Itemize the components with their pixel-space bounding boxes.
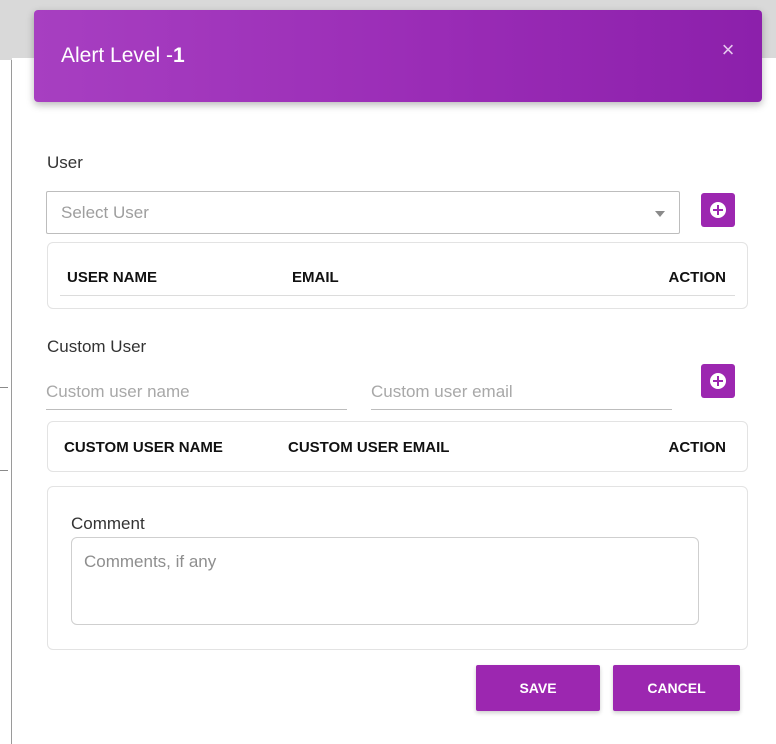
user-table: USER NAME EMAIL ACTION <box>47 242 748 309</box>
custom-user-email-input[interactable]: Custom user email <box>371 374 672 410</box>
save-button[interactable]: SAVE <box>476 665 600 711</box>
close-icon[interactable]: × <box>718 39 738 61</box>
backdrop-divider <box>0 470 8 471</box>
custom-user-table-header-email: CUSTOM USER EMAIL <box>288 439 450 456</box>
modal-header: Alert Level - 1 × <box>34 10 762 102</box>
user-table-header-action: ACTION <box>668 269 727 286</box>
table-divider <box>60 295 735 296</box>
custom-user-label: Custom User <box>47 337 147 356</box>
comment-label: Comment <box>71 514 145 533</box>
plus-circle-icon <box>710 202 726 218</box>
chevron-down-icon <box>655 211 665 217</box>
select-user-placeholder: Select User <box>61 203 149 222</box>
add-user-button[interactable] <box>701 193 735 227</box>
custom-user-name-input[interactable]: Custom user name <box>46 374 347 410</box>
page-left-shade <box>0 0 12 60</box>
custom-user-table: CUSTOM USER NAME CUSTOM USER EMAIL ACTIO… <box>47 421 748 472</box>
comment-placeholder: Comments, if any <box>84 552 217 571</box>
select-user-dropdown[interactable]: Select User <box>46 191 680 234</box>
custom-user-table-header-action: ACTION <box>668 439 727 456</box>
modal-title-level: 1 <box>173 44 185 67</box>
plus-circle-icon <box>710 373 726 389</box>
backdrop-divider <box>0 387 8 388</box>
cancel-button[interactable]: CANCEL <box>613 665 740 711</box>
custom-user-table-header-name: CUSTOM USER NAME <box>64 439 223 456</box>
custom-user-name-placeholder: Custom user name <box>46 382 190 401</box>
add-custom-user-button[interactable] <box>701 364 735 398</box>
modal-title: Alert Level - <box>61 44 174 67</box>
user-table-header-email: EMAIL <box>292 269 339 286</box>
user-table-header-name: USER NAME <box>67 269 158 286</box>
comment-textarea[interactable]: Comments, if any <box>71 537 699 625</box>
page-left-edge <box>0 0 12 744</box>
custom-user-email-placeholder: Custom user email <box>371 382 513 401</box>
user-label: User <box>47 153 83 172</box>
